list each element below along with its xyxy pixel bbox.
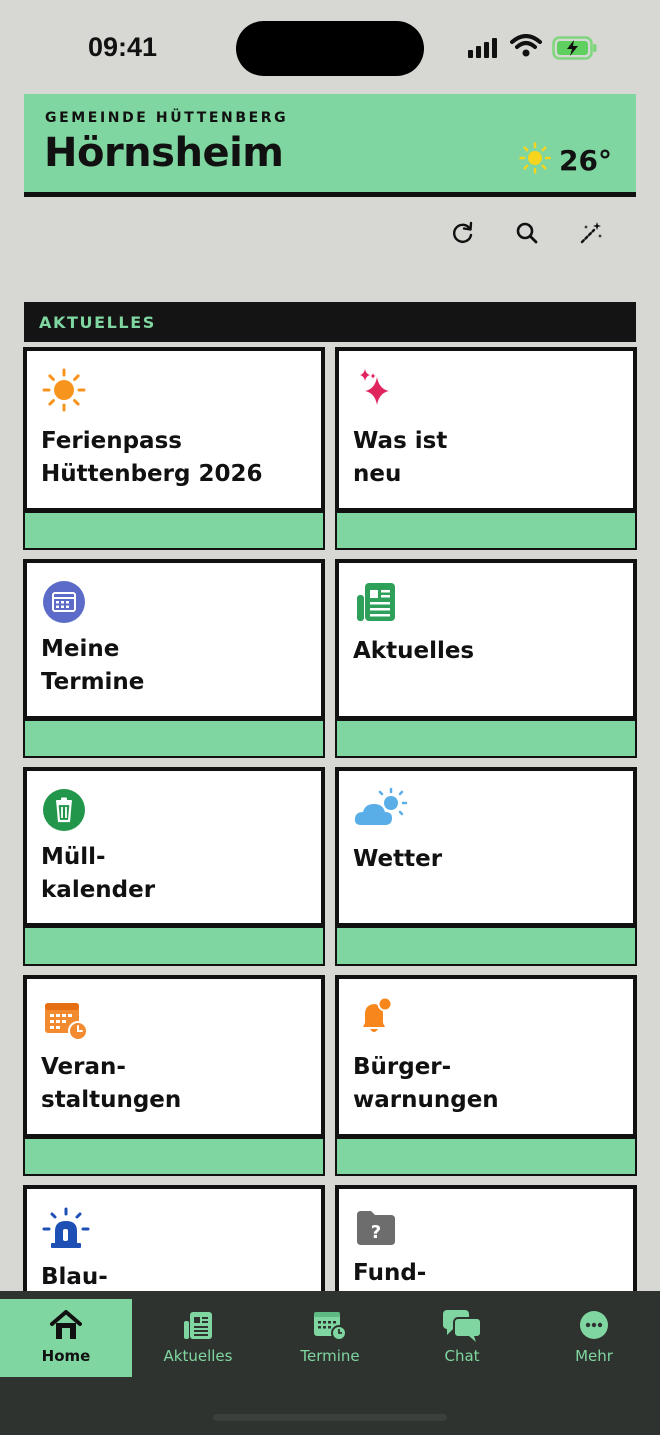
nav-termine[interactable]: Termine [264,1299,396,1377]
sparkles-icon [353,367,399,413]
search-icon [514,220,540,250]
nav-label: Home [41,1347,91,1365]
nav-label: Aktuelles [163,1347,233,1365]
magic-wand-icon [577,219,605,251]
trash-icon [41,787,87,833]
battery-icon [552,36,598,64]
tile-aktuelles[interactable]: Aktuelles [335,559,637,758]
refresh-button[interactable] [446,218,480,252]
nav-home[interactable]: Home [0,1299,132,1377]
tile-wetter[interactable]: Wetter [335,767,637,966]
status-time: 09:41 [88,32,158,62]
tile-veranstaltungen[interactable]: Veran- staltungen [23,975,325,1176]
refresh-icon [450,220,476,250]
toolbar [446,218,608,252]
header-card: GEMEINDE HÜTTENBERG Hörnsheim 26° [24,94,636,197]
municipality-label: GEMEINDE HÜTTENBERG [45,110,289,126]
chat-icon [441,1308,483,1342]
newspaper-icon [353,579,399,625]
dynamic-island [236,21,424,76]
tile-label: Bürger- warnungen [353,1054,499,1113]
svg-text:?: ? [371,1222,381,1243]
tile-label: Wetter [353,846,443,872]
siren-icon [41,1205,90,1251]
magic-wand-button[interactable] [574,218,608,252]
section-title: AKTUELLES [39,313,156,332]
temperature: 26° [559,143,612,177]
home-indicator[interactable] [213,1414,447,1421]
nav-mehr[interactable]: Mehr [528,1299,660,1377]
weather-widget[interactable]: 26° [519,142,612,178]
more-icon [578,1308,610,1342]
cloud-sun-icon [353,787,408,833]
tile-was-ist-neu[interactable]: Was ist neu [335,347,637,550]
wifi-icon [510,34,542,62]
tile-meine-termine[interactable]: Meine Termine [23,559,325,758]
tile-label: Aktuelles [353,638,475,664]
tile-buergerwarnungen[interactable]: Bürger- warnungen [335,975,637,1176]
tile-ferienpass[interactable]: Ferienpass Hüttenberg 2026 [23,347,325,550]
bell-icon [353,995,399,1041]
tile-label: Fund- [353,1260,427,1286]
home-icon [49,1308,83,1342]
page-title: Hörnsheim [44,130,284,176]
sun-icon [519,142,551,178]
tile-label: Blau- [41,1264,108,1290]
tile-muellkalender[interactable]: Müll- kalender [23,767,325,966]
nav-label: Termine [300,1347,360,1365]
nav-chat[interactable]: Chat [396,1299,528,1377]
search-button[interactable] [510,218,544,252]
tile-label: Ferienpass Hüttenberg 2026 [41,428,263,487]
tile-label: Was ist neu [353,428,448,487]
nav-label: Mehr [575,1347,613,1365]
event-calendar-icon [41,995,88,1041]
nav-label: Chat [444,1347,480,1365]
nav-aktuelles[interactable]: Aktuelles [132,1299,264,1377]
tile-label: Veran- staltungen [41,1054,182,1113]
tile-label: Meine Termine [41,636,145,695]
folder-question-icon: ? [353,1205,399,1251]
calendar-icon [312,1308,348,1342]
newspaper-icon [182,1308,214,1342]
calendar-icon [41,579,87,625]
section-header: AKTUELLES [24,302,636,342]
sun-icon [41,367,87,413]
tile-label: Müll- kalender [41,844,156,903]
signal-icon [468,36,497,58]
